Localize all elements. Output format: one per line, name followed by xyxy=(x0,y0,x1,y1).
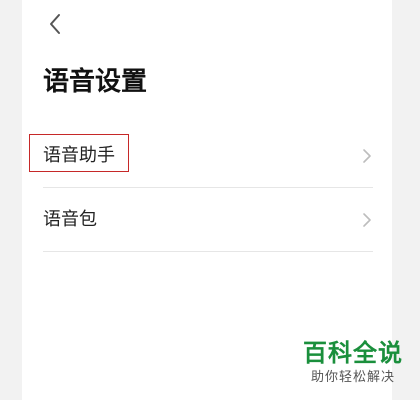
watermark-sub: 助你轻松解决 xyxy=(310,370,395,385)
watermark-main: 百科全说 xyxy=(303,339,403,367)
chevron-right-icon xyxy=(363,149,371,163)
divider xyxy=(43,251,373,252)
menu-item-voice-pack[interactable]: 语音包 xyxy=(43,188,373,252)
chevron-left-icon xyxy=(50,14,60,34)
page-title: 语音设置 xyxy=(43,67,148,97)
menu-item-voice-assistant[interactable]: 语音助手 xyxy=(43,124,373,188)
back-button[interactable] xyxy=(44,12,68,36)
watermark: 百科全说 助你轻松解决 xyxy=(298,338,408,388)
chevron-right-icon xyxy=(363,213,371,227)
menu-item-label: 语音包 xyxy=(43,209,97,230)
menu-item-label: 语音助手 xyxy=(43,145,115,166)
